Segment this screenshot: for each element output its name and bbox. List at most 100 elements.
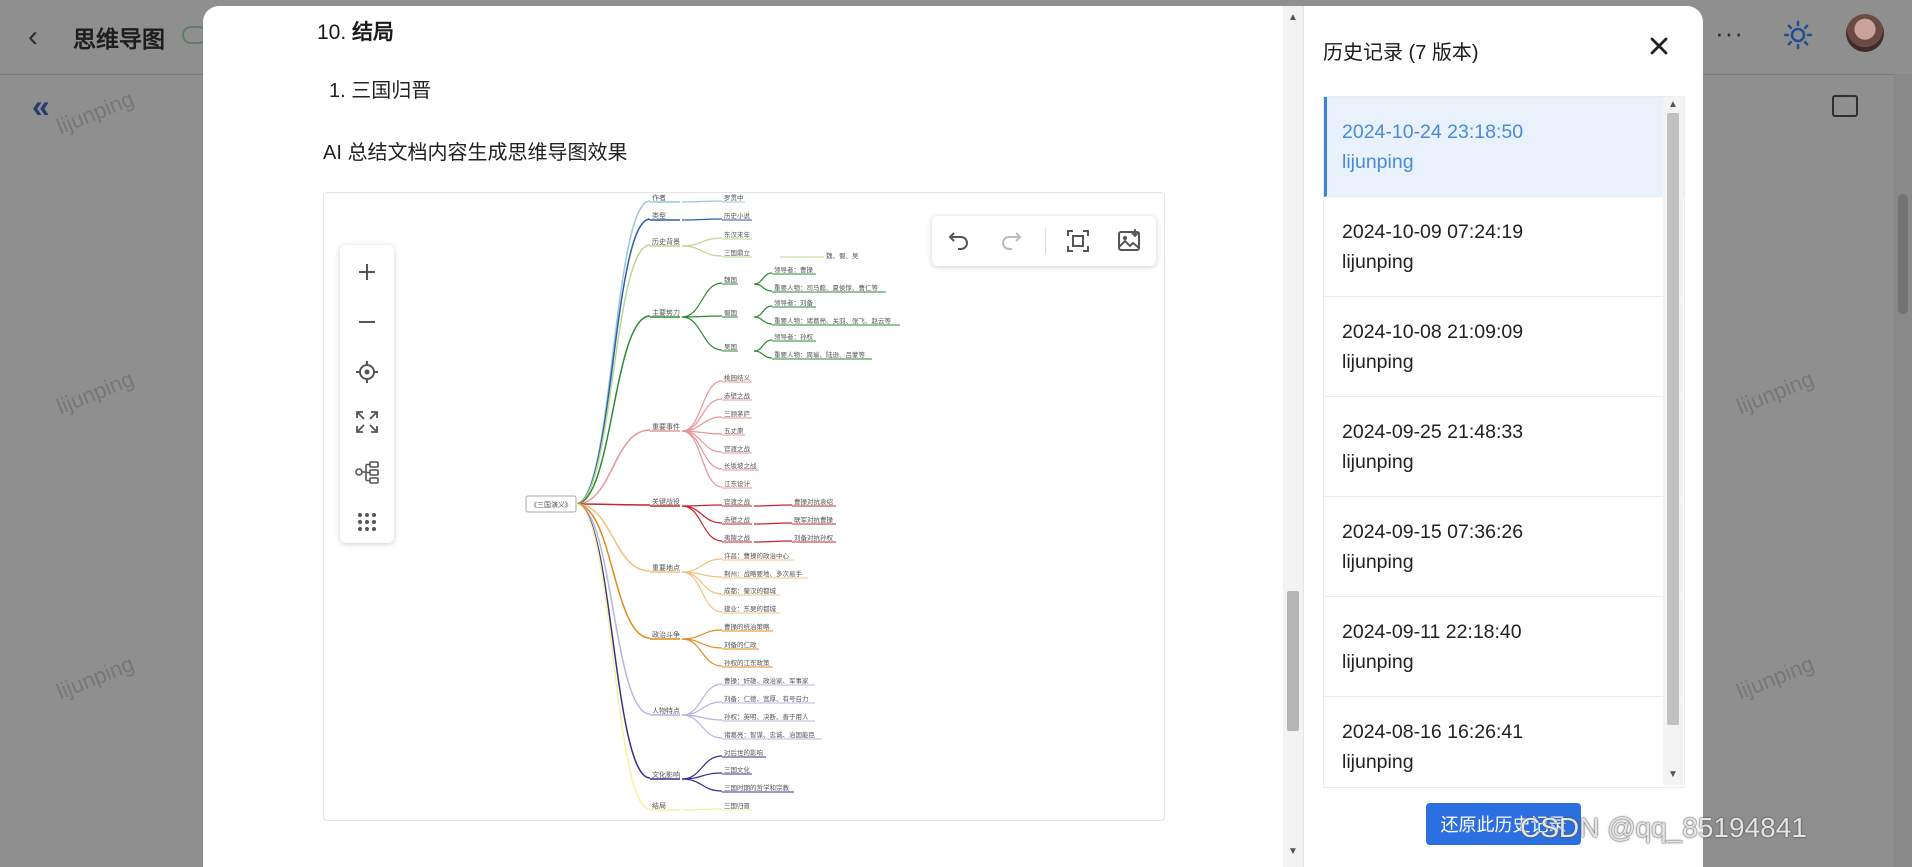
undo-icon[interactable] <box>946 228 972 254</box>
redo-icon[interactable] <box>998 228 1024 254</box>
history-item-date: 2024-09-25 21:48:33 <box>1342 421 1524 443</box>
mindmap-node: 历史小说 <box>724 211 751 220</box>
zoom-out-icon[interactable] <box>354 309 380 335</box>
mindmap-branch: 主要势力 <box>652 308 680 317</box>
history-item-user: lijunping <box>1342 251 1414 273</box>
zoom-in-icon[interactable] <box>354 259 380 285</box>
mindmap-node: 重要人物：诸葛亮、关羽、张飞、赵云等 <box>774 316 892 325</box>
watermark-text: lijunping <box>53 365 138 420</box>
history-item[interactable]: 2024-09-25 21:48:33 lijunping <box>1324 397 1684 497</box>
close-icon[interactable] <box>1645 32 1673 60</box>
mindmap-node: 许昌：曹操的政治中心 <box>724 551 790 560</box>
history-item[interactable]: 2024-09-15 07:36:26 lijunping <box>1324 497 1684 597</box>
mindmap-canvas[interactable]: 《三国演义》 作者 罗贯中类型 历史小说历史背景 东汉末年三国鼎立 魏、蜀、吴主要势力 魏国… <box>324 193 1164 820</box>
mindmap-edge <box>681 571 723 613</box>
scroll-up-arrow-icon[interactable]: ▲ <box>1288 12 1298 23</box>
history-item[interactable]: 2024-09-11 22:18:40 lijunping <box>1324 597 1684 697</box>
scroll-thumb[interactable] <box>1667 113 1679 725</box>
mindmap-edge <box>681 683 723 716</box>
history-list: 2024-10-24 23:18:50 lijunping 2024-10-09 0… <box>1323 96 1685 788</box>
more-grid-icon[interactable] <box>354 509 380 535</box>
mindmap-node: 夷陵之战 <box>724 533 751 542</box>
section-heading: 10. 结局 <box>317 21 395 44</box>
locate-icon[interactable] <box>354 359 380 385</box>
mindmap-edge <box>681 430 723 470</box>
mindmap-node: 赤壁之战 <box>724 391 751 400</box>
mindmap-node: 三顾茅庐 <box>724 409 751 418</box>
mindmap-node: 刘备的仁政 <box>724 640 757 649</box>
mindmap-toolbar <box>932 216 1156 266</box>
history-item[interactable]: 2024-08-16 16:26:41 lijunping <box>1324 697 1684 787</box>
paragraph: AI 总结文档内容生成思维导图效果 <box>323 142 628 164</box>
history-item-date: 2024-08-16 16:26:41 <box>1342 721 1524 743</box>
fit-screen-icon[interactable] <box>1065 228 1091 254</box>
comment-icon[interactable] <box>1832 95 1858 117</box>
mindmap-node: 三国鼎立 <box>724 248 751 257</box>
mindmap-edge <box>681 778 723 792</box>
page-scrollbar[interactable] <box>1894 74 1912 867</box>
mindmap-edge <box>575 200 651 505</box>
history-title: 历史记录 (7 版本) <box>1323 42 1479 64</box>
mindmap-branch: 人物特点 <box>652 706 680 715</box>
mindmap-edge <box>575 315 651 505</box>
mindmap-edge <box>753 522 793 525</box>
mindmap-edge <box>681 505 723 524</box>
mindmap-branch: 政治斗争 <box>652 630 680 639</box>
mindmap-edge <box>575 503 651 506</box>
mindmap-edge <box>681 316 723 351</box>
mindmap-edge <box>681 245 723 257</box>
mindmap-branch: 关键战役 <box>652 497 680 506</box>
collapse-sidebar-icon[interactable]: « <box>32 88 50 125</box>
mindmap-node: 曹操：奸雄、政治家、军事家 <box>724 676 809 685</box>
theme-sun-icon[interactable] <box>1783 20 1813 50</box>
watermark-text: lijunping <box>1733 650 1818 705</box>
history-item[interactable]: 2024-10-08 21:09:09 lijunping <box>1324 297 1684 397</box>
history-item[interactable]: 2024-10-09 07:24:19 lijunping <box>1324 197 1684 297</box>
credit-watermark: CSDN @qq_85194841 <box>1520 812 1807 843</box>
mindmap-edge <box>575 503 651 715</box>
scroll-up-arrow-icon[interactable]: ▲ <box>1668 99 1678 110</box>
mindmap-root: 《三国演义》 <box>530 500 572 509</box>
back-arrow-icon[interactable]: ‹ <box>28 20 38 54</box>
mindmap-node: 江东设计 <box>724 479 751 488</box>
history-scrollbar[interactable]: ▲ ▼ <box>1663 97 1683 785</box>
mindmap-branch: 作者 <box>652 193 666 202</box>
mindmap-edge <box>681 808 723 811</box>
mindmap-node: 重要人物：周瑜、陆逊、吕蒙等 <box>774 350 866 359</box>
document-scrollbar[interactable]: ▲ ▼ <box>1283 6 1303 867</box>
scroll-down-arrow-icon[interactable]: ▼ <box>1668 769 1678 780</box>
user-avatar[interactable] <box>1846 14 1884 52</box>
history-item-user: lijunping <box>1342 651 1414 673</box>
more-options-icon[interactable]: ··· <box>1715 18 1744 49</box>
structure-icon[interactable] <box>354 459 380 485</box>
mindmap-node: 联军对抗曹操 <box>794 515 834 524</box>
history-modal: 10. 结局 1. 三国归晋 AI 总结文档内容生成思维导图效果 《三国演义》 作… <box>203 6 1703 867</box>
mindmap-node: 官渡之战 <box>724 444 751 453</box>
document-preview: 10. 结局 1. 三国归晋 AI 总结文档内容生成思维导图效果 《三国演义》 作… <box>203 6 1303 867</box>
mindmap-edge <box>753 316 773 325</box>
export-image-icon[interactable] <box>1116 228 1142 254</box>
app-title: 思维导图 <box>73 26 165 52</box>
mindmap-frame[interactable]: 《三国演义》 作者 罗贯中 类型 历史小说 历史背景 东汉末年 三国鼎立 魏、蜀、吴 主要势力 魏国… <box>323 192 1165 821</box>
mindmap-node: 对后世的影响 <box>724 748 764 757</box>
mindmap-node: 三国归晋 <box>724 801 751 810</box>
mindmap-edge <box>681 629 723 640</box>
scroll-thumb[interactable] <box>1287 591 1299 731</box>
mindmap-branch: 类型 <box>652 211 666 220</box>
mindmap-node: 魏国 <box>724 275 737 284</box>
history-item[interactable]: 2024-10-24 23:18:50 lijunping <box>1324 97 1684 197</box>
mindmap-node: 长坂坡之战 <box>724 461 757 470</box>
history-item-date: 2024-09-15 07:36:26 <box>1342 521 1524 543</box>
mindmap-edge <box>753 283 773 292</box>
history-item-date: 2024-10-09 07:24:19 <box>1342 221 1524 243</box>
mindmap-edge <box>681 430 723 488</box>
watermark-text: lijunping <box>53 650 138 705</box>
mindmap-edge <box>753 350 773 359</box>
fullscreen-icon[interactable] <box>354 409 380 435</box>
mindmap-branch: 重要地点 <box>652 563 680 572</box>
mindmap-node: 魏、蜀、吴 <box>826 251 859 260</box>
scroll-down-arrow-icon[interactable]: ▼ <box>1288 846 1298 857</box>
watermark-text: lijunping <box>1733 365 1818 420</box>
mindmap-node: 三国文化 <box>724 765 751 774</box>
mindmap-node: 领导者：刘备 <box>774 298 814 307</box>
